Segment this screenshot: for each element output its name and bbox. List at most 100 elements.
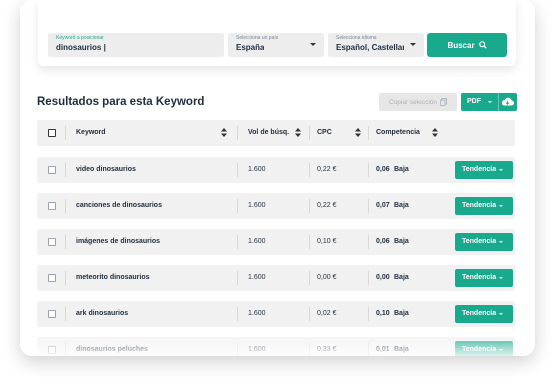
chevron-down-icon — [499, 349, 503, 351]
cell-keyword: dinosaurios peluches — [76, 346, 148, 353]
chevron-down-icon — [499, 205, 503, 207]
column-divider — [65, 271, 66, 285]
column-divider — [65, 199, 66, 213]
keyword-field-label: Keyword a posicionar — [56, 35, 104, 41]
cell-competition-level: Baja — [394, 346, 409, 353]
cell-competition-value: 0,01 — [376, 346, 390, 353]
pdf-export-button[interactable]: PDF — [461, 93, 517, 111]
cell-competition-value: 0,00 — [376, 274, 390, 281]
table-row[interactable]: video dinosaurios 1.600 0,22 € 0,06 Baja Tend… — [37, 157, 515, 183]
column-divider — [237, 307, 238, 321]
pdf-export-label: PDF — [467, 98, 481, 105]
cell-keyword: canciones de dinosaurios — [76, 202, 162, 209]
cell-competition-level: Baja — [394, 274, 409, 281]
column-divider — [237, 235, 238, 249]
chevron-down-icon — [410, 43, 416, 46]
table-row[interactable]: meteorito dinosaurios 1.600 0,00 € 0,00 Baja… — [37, 265, 515, 291]
search-icon — [478, 41, 487, 49]
trend-button-label: Tendencia — [462, 202, 497, 209]
cell-competition-level: Baja — [394, 202, 409, 209]
chevron-down-icon — [310, 43, 316, 46]
column-divider — [237, 343, 238, 356]
column-divider — [237, 126, 238, 140]
trend-button[interactable]: Tendencia — [455, 269, 513, 287]
chevron-down-icon — [499, 241, 503, 243]
cell-cpc: 0,33 € — [317, 346, 337, 353]
table-row[interactable]: dinosaurios peluches 1.600 0,33 € 0,01 Baja T… — [37, 337, 515, 356]
keyword-input[interactable]: dinosaurios | — [56, 43, 106, 52]
trend-button[interactable]: Tendencia — [455, 233, 513, 251]
search-panel: Keyword a posicionar dinosaurios | Selec… — [38, 0, 516, 66]
column-divider — [368, 235, 369, 249]
column-divider — [65, 126, 66, 140]
cell-cpc: 0,22 € — [317, 166, 337, 173]
chevron-down-icon — [488, 101, 492, 103]
cell-cpc: 0,10 € — [317, 238, 337, 245]
cell-volume: 1.600 — [248, 238, 266, 245]
column-divider — [368, 126, 369, 140]
column-divider — [309, 343, 310, 356]
table-row[interactable]: ark dinosaurios 1.600 0,02 € 0,10 Baja Tenden… — [37, 301, 515, 327]
table-row[interactable]: canciones de dinosaurios 1.600 0,22 € 0,07 B… — [37, 193, 515, 219]
column-divider — [368, 199, 369, 213]
column-divider — [368, 271, 369, 285]
select-all-checkbox[interactable] — [48, 129, 56, 137]
chevron-down-icon — [499, 277, 503, 279]
country-select-value: España — [236, 43, 265, 52]
copy-selection-button[interactable]: Copiar selección — [379, 93, 457, 111]
keyword-field[interactable]: Keyword a posicionar dinosaurios | — [48, 33, 224, 57]
column-divider — [309, 271, 310, 285]
table-row[interactable]: imágenes de dinosaurios 1.600 0,10 € 0,06 Ba… — [37, 229, 515, 255]
column-divider — [368, 343, 369, 356]
cell-cpc: 0,00 € — [317, 274, 337, 281]
button-divider — [498, 93, 499, 111]
cell-cpc: 0,22 € — [317, 202, 337, 209]
cell-competition-value: 0,06 — [376, 166, 390, 173]
header-competition[interactable]: Competencia — [376, 129, 420, 136]
column-divider — [309, 199, 310, 213]
header-keyword[interactable]: Keyword — [76, 129, 106, 136]
row-checkbox[interactable] — [48, 166, 56, 174]
trend-button-label: Tendencia — [462, 346, 497, 353]
search-button-label: Buscar — [447, 40, 475, 50]
search-button[interactable]: Buscar — [427, 33, 507, 57]
sort-icon[interactable] — [295, 128, 301, 137]
trend-button-label: Tendencia — [462, 166, 497, 173]
cell-volume: 1.600 — [248, 166, 266, 173]
row-checkbox[interactable] — [48, 346, 56, 354]
column-divider — [65, 343, 66, 356]
trend-button[interactable]: Tendencia — [455, 341, 513, 356]
language-select-label: Selecciona idioma — [336, 35, 377, 41]
trend-button[interactable]: Tendencia — [455, 197, 513, 215]
country-select[interactable]: Selecciona un país España — [228, 33, 324, 57]
trend-button[interactable]: Tendencia — [455, 161, 513, 179]
column-divider — [368, 307, 369, 321]
column-divider — [237, 271, 238, 285]
row-checkbox[interactable] — [48, 202, 56, 210]
row-checkbox[interactable] — [48, 238, 56, 246]
trend-button[interactable]: Tendencia — [455, 305, 513, 323]
trend-button-label: Tendencia — [462, 310, 497, 317]
column-divider — [309, 307, 310, 321]
language-select[interactable]: Selecciona idioma Español, Castellano — [328, 33, 424, 57]
column-divider — [65, 307, 66, 321]
column-divider — [237, 199, 238, 213]
row-checkbox[interactable] — [48, 310, 56, 318]
column-divider — [237, 163, 238, 177]
sort-icon[interactable] — [221, 128, 227, 137]
sort-icon[interactable] — [432, 128, 438, 137]
row-checkbox[interactable] — [48, 274, 56, 282]
cell-keyword: imágenes de dinosaurios — [76, 238, 161, 245]
cell-keyword: meteorito dinosaurios — [76, 274, 150, 281]
header-cpc[interactable]: CPC — [317, 129, 332, 136]
column-divider — [65, 235, 66, 249]
cell-keyword: ark dinosaurios — [76, 310, 129, 317]
header-volume[interactable]: Vol de búsq. — [248, 129, 289, 136]
cloud-download-icon[interactable] — [500, 96, 515, 108]
cell-volume: 1.600 — [248, 310, 266, 317]
sort-icon[interactable] — [355, 128, 361, 137]
cell-competition-value: 0,07 — [376, 202, 390, 209]
column-divider — [309, 235, 310, 249]
cell-competition-value: 0,10 — [376, 310, 390, 317]
copy-icon — [440, 98, 447, 106]
